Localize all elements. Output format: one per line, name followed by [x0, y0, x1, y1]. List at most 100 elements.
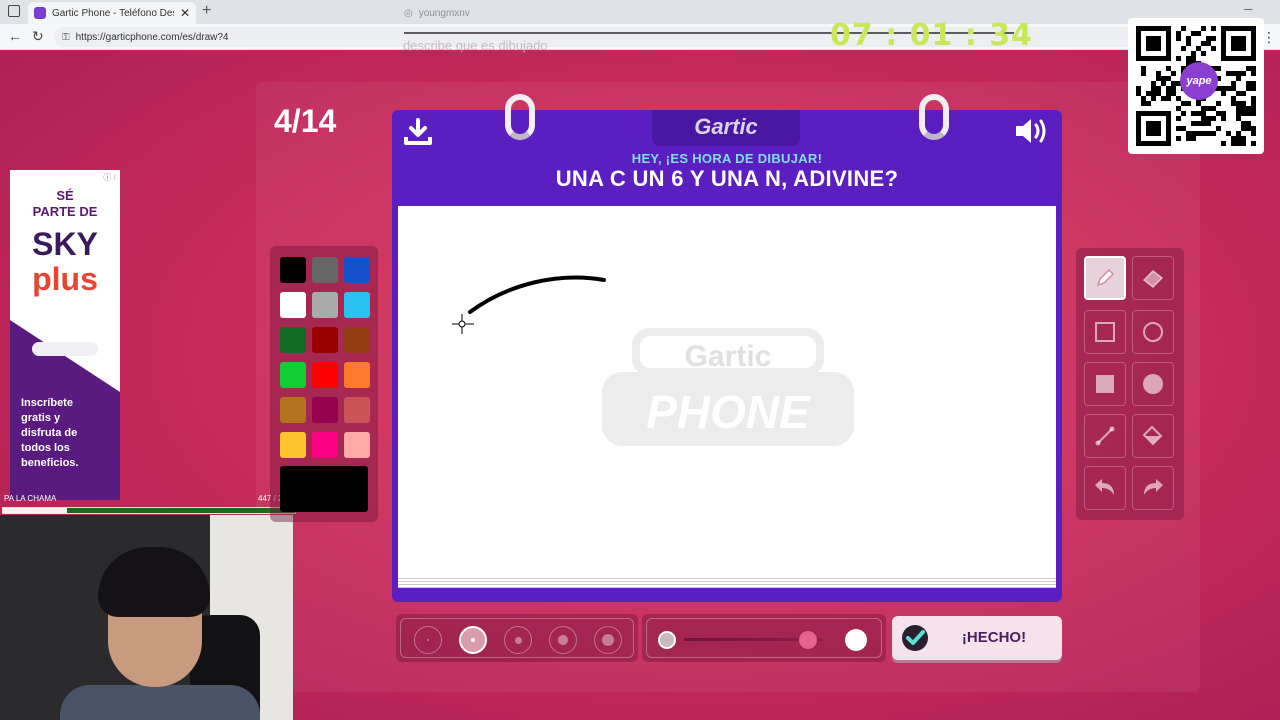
binder-ring-right — [919, 94, 949, 140]
brush-size-dot — [558, 635, 568, 645]
sound-icon[interactable] — [1014, 116, 1050, 146]
close-tab-icon[interactable]: ✕ — [180, 6, 190, 20]
brush-size-dot — [427, 639, 429, 641]
square-filled-tool-button[interactable] — [1084, 362, 1126, 406]
undo-icon — [1095, 479, 1114, 495]
line-icon — [1095, 426, 1115, 446]
ad-body-line: gratis y — [21, 412, 61, 424]
brush-size-button[interactable] — [594, 626, 622, 654]
crosshair-cursor-icon — [452, 314, 474, 334]
square-filled-icon — [1096, 375, 1114, 393]
brush-size-button[interactable] — [549, 626, 577, 654]
color-swatch[interactable] — [312, 257, 338, 283]
url-text: https://garticphone.com/es/draw?4 — [75, 31, 229, 43]
ad-brand-sky: SKY — [32, 226, 98, 262]
minimize-icon[interactable]: ─ — [1244, 2, 1253, 16]
done-label: ¡HECHO! — [961, 629, 1027, 646]
color-swatch[interactable] — [344, 432, 370, 458]
webcam-feed — [0, 515, 293, 720]
profile-indicator: ◎ youngmxnv — [404, 8, 470, 19]
color-swatch[interactable] — [280, 397, 306, 423]
gartic-logo: Gartic — [694, 114, 758, 139]
brush-size-button[interactable] — [414, 626, 442, 654]
new-tab-button[interactable]: + — [202, 2, 211, 20]
color-swatch[interactable] — [280, 432, 306, 458]
site-info-icon[interactable]: ⚿ — [62, 32, 70, 43]
color-swatch[interactable] — [312, 327, 338, 353]
color-swatch[interactable] — [344, 362, 370, 388]
ad-body-text: Inscríbete gratis y disfruta de todos lo… — [21, 396, 78, 471]
redo-icon — [1144, 479, 1163, 495]
color-swatch[interactable] — [280, 327, 306, 353]
prompt-title: UNA C UN 6 Y UNA N, ADIVINE? — [555, 166, 899, 191]
brush-size-dot — [602, 634, 614, 646]
square-outline-icon — [1095, 322, 1115, 342]
eraser-icon — [1142, 270, 1164, 288]
ad-body-line: Inscríbete — [21, 397, 73, 409]
checkmark-icon — [902, 625, 928, 651]
stream-timer: 07 : 01 : 34 — [830, 18, 1034, 53]
drawn-stroke — [468, 275, 606, 314]
circle-filled-tool-button[interactable] — [1132, 362, 1174, 406]
binder-ring-left — [505, 94, 535, 140]
redo-button[interactable] — [1132, 466, 1174, 510]
profile-icon: ◎ — [404, 8, 413, 19]
opacity-min-icon[interactable] — [658, 631, 676, 649]
overlay-caption: describe que es dibujado — [403, 38, 548, 53]
download-icon[interactable] — [403, 118, 433, 146]
ad-headline-line1: SÉ — [56, 188, 74, 203]
ad-body-line: disfruta de — [21, 427, 78, 439]
gartic-phone-watermark: Gartic PHONE — [602, 328, 854, 446]
brush-size-dot — [514, 636, 522, 644]
done-button[interactable]: ¡HECHO! — [892, 616, 1062, 660]
profile-name: youngmxnv — [418, 8, 470, 19]
ad-body-line: todos los — [21, 442, 70, 454]
undo-button[interactable] — [1084, 466, 1126, 510]
window-menu-icon[interactable] — [8, 5, 20, 17]
color-swatch[interactable] — [280, 292, 306, 318]
ad-headline: SÉ PARTE DE — [10, 188, 120, 220]
brush-size-dot — [470, 637, 476, 643]
sky-plus-ad[interactable]: ⓘ ⁝ SÉ PARTE DE SKY plus Inscríbete grat… — [10, 170, 120, 500]
color-swatch[interactable] — [280, 257, 306, 283]
ad-brand-plus: plus — [32, 261, 98, 297]
color-swatch[interactable] — [312, 432, 338, 458]
color-swatch[interactable] — [280, 362, 306, 388]
yape-badge: yape — [1180, 62, 1218, 100]
fill-bucket-icon — [1142, 425, 1163, 446]
browser-menu-icon[interactable]: ⋮ — [1262, 29, 1276, 46]
pencil-icon — [1096, 268, 1115, 287]
circle-outline-tool-button[interactable] — [1132, 310, 1174, 354]
color-swatch[interactable] — [344, 397, 370, 423]
color-swatch[interactable] — [344, 327, 370, 353]
watermark-word: Gartic — [685, 340, 772, 373]
goal-progress-fill — [3, 508, 68, 513]
goal-label: PA LA CHAMA — [4, 494, 57, 503]
color-swatch[interactable] — [312, 362, 338, 388]
tab-title: Gartic Phone - Teléfono Descomp — [52, 7, 174, 19]
color-swatch[interactable] — [312, 292, 338, 318]
brush-size-button[interactable] — [459, 626, 487, 654]
eraser-tool-button[interactable] — [1132, 256, 1174, 300]
color-swatch[interactable] — [312, 397, 338, 423]
fill-bucket-tool-button[interactable] — [1132, 414, 1174, 458]
tab-bar: Gartic Phone - Teléfono Descomp ✕ + ◎ yo… — [0, 0, 1280, 24]
airplane-image — [32, 342, 98, 356]
ad-body-line: beneficios. — [21, 457, 79, 469]
address-bar: ← ↻ ⚿ https://garticphone.com/es/draw?4 … — [0, 24, 1280, 50]
pencil-tool-button[interactable] — [1084, 256, 1126, 300]
ad-headline-line2: PARTE DE — [32, 204, 98, 219]
brush-size-button[interactable] — [504, 626, 532, 654]
ad-info-icon[interactable]: ⓘ ⁝ — [103, 172, 116, 183]
qr-code-overlay: yape — [1128, 18, 1264, 154]
round-counter: 4/14 — [274, 103, 337, 139]
square-outline-tool-button[interactable] — [1084, 310, 1126, 354]
color-swatch[interactable] — [344, 292, 370, 318]
color-swatch[interactable] — [344, 257, 370, 283]
back-icon[interactable]: ← — [8, 28, 22, 44]
browser-tab[interactable]: Gartic Phone - Teléfono Descomp ✕ — [28, 2, 196, 24]
line-tool-button[interactable] — [1084, 414, 1126, 458]
reload-icon[interactable]: ↻ — [32, 28, 44, 45]
prompt-subtitle: HEY, ¡ES HORA DE DIBUJAR! — [631, 151, 823, 166]
opacity-max-icon[interactable] — [845, 629, 867, 651]
